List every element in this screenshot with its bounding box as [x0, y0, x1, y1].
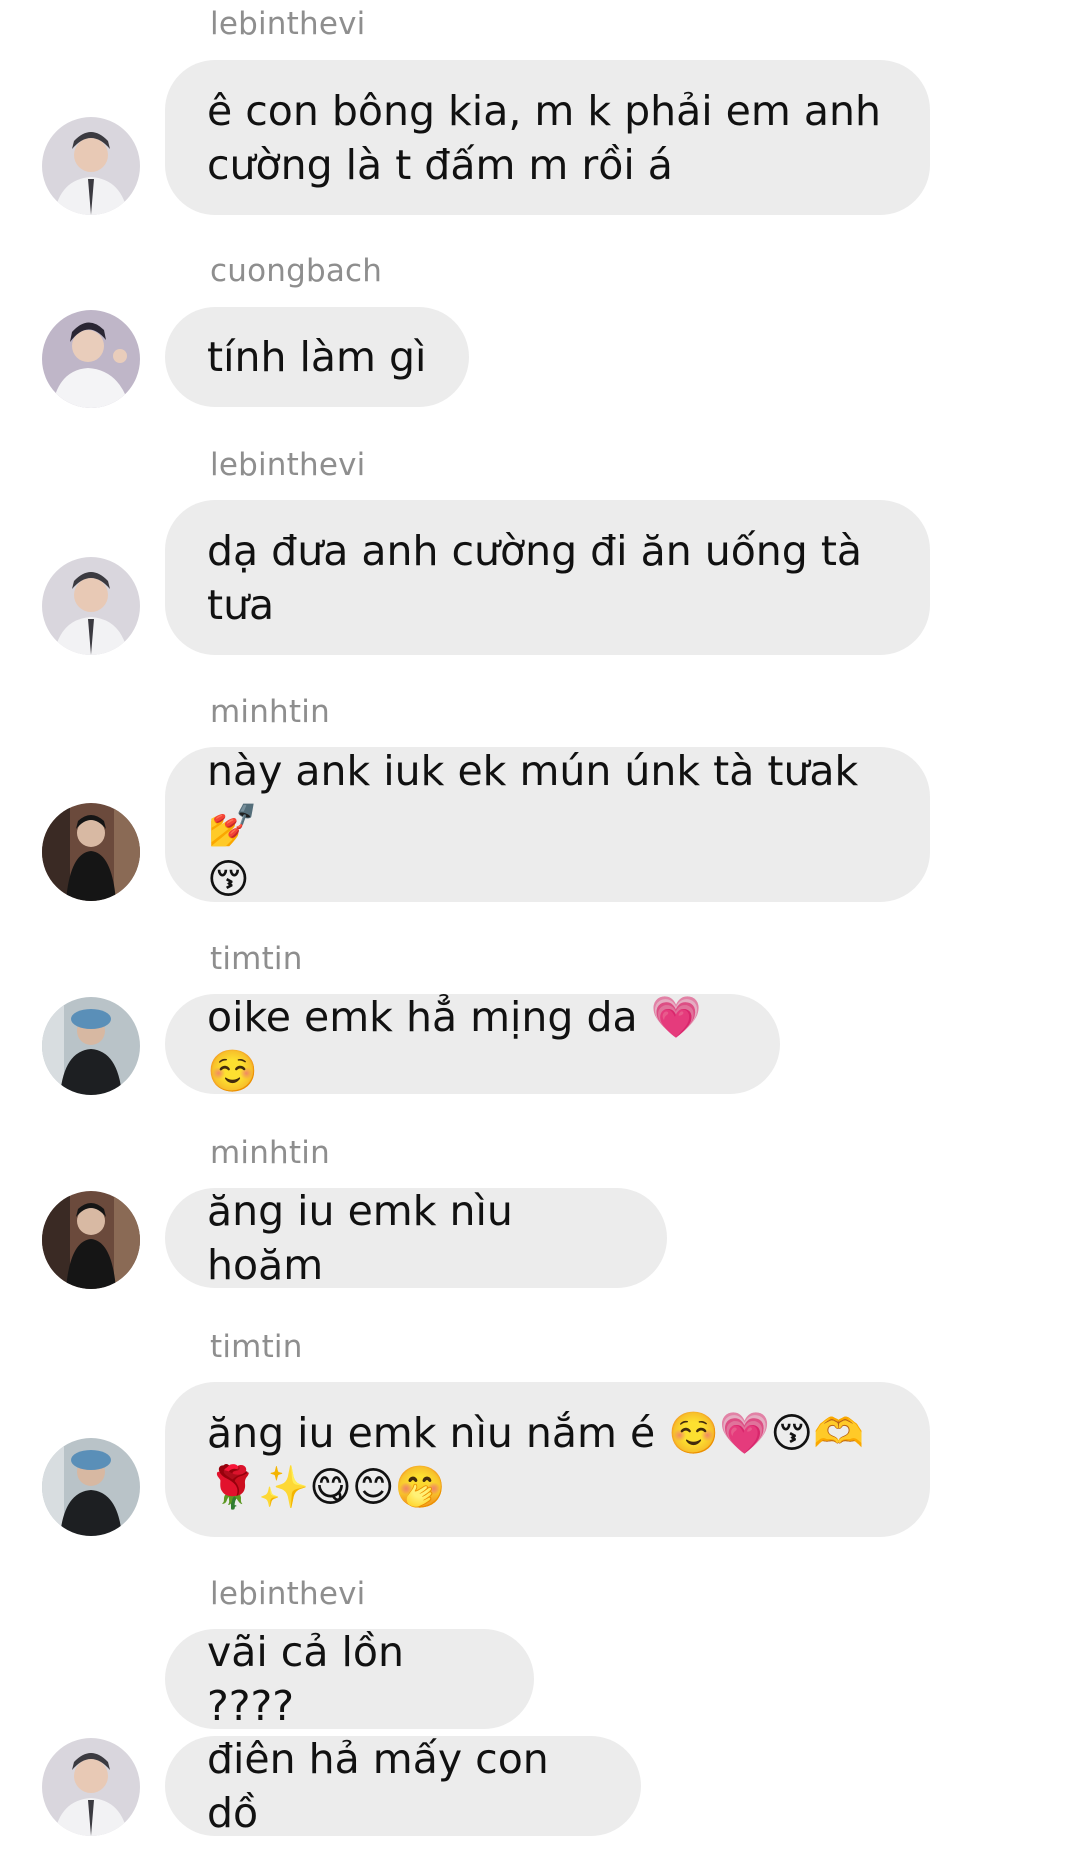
avatar-lebinthevi[interactable]	[42, 1738, 140, 1836]
message-bubble[interactable]: tính làm gì	[165, 307, 469, 407]
sender-name: minhtin	[210, 694, 330, 730]
avatar-minhtin[interactable]	[42, 803, 140, 901]
profile-photo-icon	[42, 1738, 140, 1836]
sender-name: timtin	[210, 941, 303, 977]
sender-name: lebinthevi	[210, 6, 366, 42]
profile-photo-icon	[42, 803, 140, 901]
message-bubble[interactable]: ăng iu emk nìu nắm é ☺️💗😚🫶 🌹✨😋😊🤭	[165, 1382, 930, 1537]
message-text: vãi cả lồn ????	[207, 1628, 418, 1730]
message-bubble[interactable]: này ank iuk ek mún únk tà tưak💅 😚	[165, 747, 930, 903]
profile-photo-icon	[42, 997, 140, 1095]
avatar-timtin[interactable]	[42, 997, 140, 1095]
message-text: này ank iuk ek mún únk tà tưak💅 😚	[207, 746, 859, 903]
message-bubble[interactable]: ê con bông kia, m k phải em anh cường là…	[165, 60, 930, 215]
message-text: điên hả mấy con dồ	[207, 1735, 562, 1837]
message-text: ăng iu emk nìu nắm é ☺️💗😚🫶 🌹✨😋😊🤭	[207, 1408, 865, 1511]
message-text: tính làm gì	[207, 333, 427, 381]
profile-photo-icon	[42, 310, 140, 408]
profile-photo-icon	[42, 1438, 140, 1536]
profile-photo-icon	[42, 1191, 140, 1289]
profile-photo-icon	[42, 117, 140, 215]
sender-name: minhtin	[210, 1135, 330, 1171]
message-text: dạ đưa anh cường đi ăn uống tà tưa	[207, 526, 863, 629]
sender-name: cuongbach	[210, 253, 383, 289]
message-text: ăng iu emk nìu hoăm	[207, 1187, 526, 1289]
message-bubble[interactable]: dạ đưa anh cường đi ăn uống tà tưa	[165, 500, 930, 655]
message-bubble[interactable]: ăng iu emk nìu hoăm	[165, 1187, 667, 1289]
avatar-minhtin[interactable]	[42, 1191, 140, 1289]
chat-thread: lebinthevi ê con bông kia, m k phải em a…	[0, 0, 1080, 1867]
message-bubble[interactable]: oike emk hẳ mịng da 💗☺️	[165, 993, 780, 1095]
sender-name: lebinthevi	[210, 447, 366, 483]
message-text: oike emk hẳ mịng da 💗☺️	[207, 993, 702, 1095]
sender-name: lebinthevi	[210, 1576, 366, 1612]
avatar-timtin[interactable]	[42, 1438, 140, 1536]
profile-photo-icon	[42, 557, 140, 655]
message-bubble[interactable]: vãi cả lồn ????	[165, 1628, 534, 1730]
avatar-cuongbach[interactable]	[42, 310, 140, 408]
avatar-lebinthevi[interactable]	[42, 117, 140, 215]
message-bubble[interactable]: điên hả mấy con dồ	[165, 1735, 641, 1837]
avatar-lebinthevi[interactable]	[42, 557, 140, 655]
sender-name: timtin	[210, 1329, 303, 1365]
message-text: ê con bông kia, m k phải em anh cường là…	[207, 86, 881, 189]
